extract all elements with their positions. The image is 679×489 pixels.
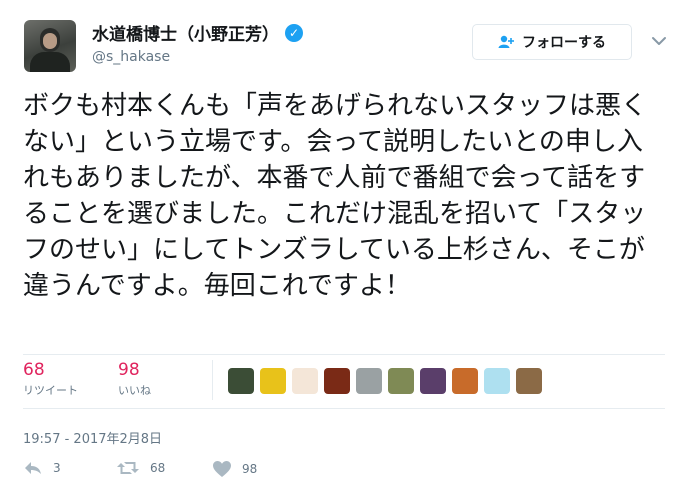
avatar-shoulders <box>30 52 70 72</box>
liker-avatar[interactable] <box>452 368 478 394</box>
reply-icon <box>25 462 41 474</box>
like-count: 98 <box>118 360 140 380</box>
author-handle[interactable]: @s_hakase <box>92 49 170 65</box>
author-name-row[interactable]: 水道橋博士（小野正芳） ✓ <box>92 20 303 45</box>
follow-button-label: フォローする <box>522 35 606 51</box>
retweet-count: 68 <box>23 360 45 380</box>
like-label: いいね <box>118 384 151 397</box>
like-button[interactable]: 98 <box>212 460 257 478</box>
divider-bottom <box>23 408 665 409</box>
verified-badge-icon: ✓ <box>285 23 303 42</box>
stats-separator <box>212 360 213 400</box>
retweet-icon <box>117 462 139 474</box>
author-name[interactable]: 水道橋博士（小野正芳） <box>92 20 279 45</box>
chevron-down-icon[interactable] <box>650 34 668 48</box>
like-action-count: 98 <box>242 462 258 476</box>
like-stat[interactable]: 98 いいね <box>118 360 151 398</box>
liker-avatar[interactable] <box>356 368 382 394</box>
reply-button[interactable]: 3 <box>23 460 61 476</box>
liker-avatar[interactable] <box>388 368 414 394</box>
tweet-text: ボクも村本くんも「声をあげられないスタッフは悪くない」という立場です。会って説明… <box>23 91 648 301</box>
retweet-action-count: 68 <box>150 461 166 475</box>
liker-avatars <box>228 368 542 394</box>
liker-avatar[interactable] <box>484 368 510 394</box>
add-user-icon <box>498 35 514 49</box>
liker-avatar[interactable] <box>420 368 446 394</box>
tweet-timestamp[interactable]: 19:57 - 2017年2月8日 <box>23 428 162 447</box>
retweet-label: リツイート <box>23 384 78 397</box>
author-avatar[interactable] <box>24 20 76 72</box>
liker-avatar[interactable] <box>516 368 542 394</box>
liker-avatar[interactable] <box>260 368 286 394</box>
liker-avatar[interactable] <box>324 368 350 394</box>
divider-top <box>23 354 665 355</box>
reply-count: 3 <box>53 461 61 475</box>
liker-avatar[interactable] <box>292 368 318 394</box>
retweet-button[interactable]: 68 <box>116 460 165 476</box>
follow-button[interactable]: フォローする <box>472 24 632 60</box>
liker-avatar[interactable] <box>228 368 254 394</box>
avatar-face <box>43 33 57 49</box>
retweet-stat[interactable]: 68 リツイート <box>23 360 78 398</box>
heart-icon <box>213 461 231 477</box>
